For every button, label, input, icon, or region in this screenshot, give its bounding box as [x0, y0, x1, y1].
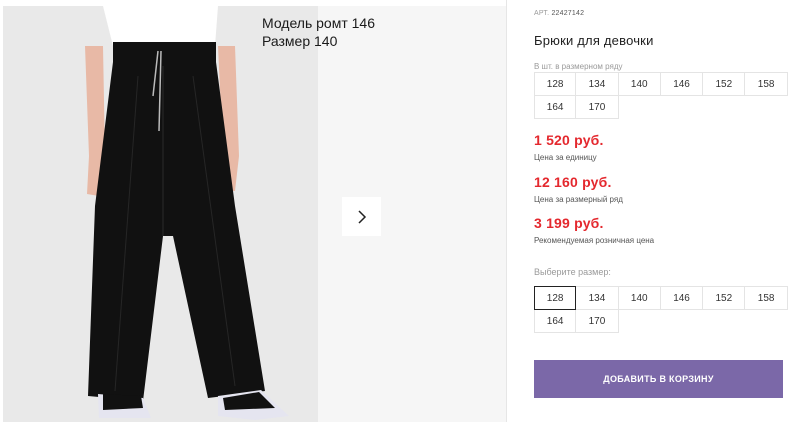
- size-option[interactable]: 152: [702, 286, 746, 310]
- price-unit: 1 520 руб.: [534, 132, 604, 148]
- size-row-label: В шт. в размерном ряду: [534, 62, 623, 71]
- add-to-cart-button[interactable]: ДОБАВИТЬ В КОРЗИНУ: [534, 360, 783, 398]
- size-row-grid: 128 134 140 146 152 158 164 170: [534, 72, 788, 119]
- panel-divider: [506, 0, 507, 422]
- size-row-cell: 152: [702, 72, 746, 96]
- price-retail-note: Рекомендуемая розничная цена: [534, 236, 655, 245]
- model-caption-line1: Модель ромт 146: [262, 15, 375, 31]
- price-retail: 3 199 руб.: [534, 215, 604, 231]
- model-caption-line2: Размер 140: [262, 33, 338, 49]
- size-row-cell: 158: [744, 72, 788, 96]
- size-option[interactable]: 146: [659, 286, 704, 310]
- product-gallery: Модель ромт 146 Размер 140: [0, 0, 506, 422]
- size-row-cell: 128: [534, 72, 577, 96]
- size-row-cell: 146: [659, 72, 704, 96]
- chevron-right-icon: [357, 209, 366, 224]
- size-option[interactable]: 140: [617, 286, 661, 310]
- sku-value: 22427142: [551, 10, 585, 17]
- size-row-cell: 164: [534, 95, 577, 119]
- product-photo-illustration: [3, 6, 318, 422]
- size-row-cell: 134: [575, 72, 619, 96]
- price-unit-note: Цена за единицу: [534, 153, 597, 162]
- size-selector: 128 134 140 146 152 158 164 170: [534, 286, 788, 333]
- choose-size-label: Выберите размер:: [534, 267, 611, 277]
- product-photo: [3, 6, 318, 422]
- size-option[interactable]: 164: [534, 309, 577, 333]
- sku: АРТ. 22427142: [534, 10, 584, 17]
- model-caption: Модель ромт 146 Размер 140: [262, 14, 375, 50]
- size-option-selected[interactable]: 128: [534, 286, 577, 310]
- sku-label: АРТ.: [534, 10, 550, 17]
- size-option[interactable]: 134: [575, 286, 619, 310]
- product-title: Брюки для девочки: [534, 33, 654, 48]
- price-size-row-note: Цена за размерный ряд: [534, 195, 623, 204]
- size-option[interactable]: 170: [575, 309, 619, 333]
- size-row-cell: 140: [617, 72, 661, 96]
- size-option[interactable]: 158: [744, 286, 788, 310]
- next-image-button[interactable]: [342, 197, 381, 236]
- price-size-row: 12 160 руб.: [534, 174, 612, 190]
- size-row-cell: 170: [575, 95, 619, 119]
